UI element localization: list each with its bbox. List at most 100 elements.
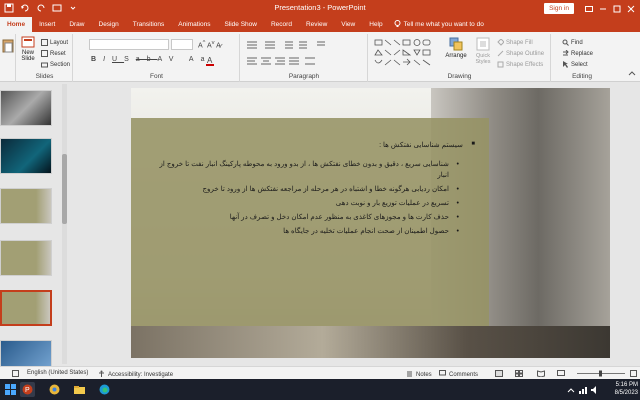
layout-icon bbox=[41, 39, 48, 46]
edge-icon[interactable] bbox=[97, 382, 112, 397]
fit-slide-icon[interactable] bbox=[630, 370, 637, 377]
new-slide-button[interactable]: New Slide bbox=[19, 36, 37, 70]
font-color-icon[interactable]: A bbox=[206, 56, 226, 68]
layout-button[interactable]: Layout bbox=[41, 39, 68, 46]
thumbnail-scrollbar[interactable] bbox=[62, 84, 67, 364]
powerpoint-taskbar-icon[interactable]: P bbox=[20, 382, 35, 397]
start-icon[interactable] bbox=[3, 382, 18, 397]
tell-me-box[interactable]: Tell me what you want to do bbox=[394, 19, 484, 30]
scrollbar-thumb[interactable] bbox=[62, 154, 67, 224]
file-explorer-icon[interactable] bbox=[72, 382, 87, 397]
drawing-group-label: Drawing bbox=[447, 73, 472, 80]
font-name-select[interactable] bbox=[89, 39, 169, 50]
svg-text:P: P bbox=[25, 387, 30, 394]
network-icon[interactable] bbox=[578, 382, 588, 397]
paragraph-group: Paragraph bbox=[241, 34, 368, 82]
cursor-icon bbox=[562, 61, 569, 68]
paste-icon bbox=[2, 39, 14, 53]
slide-thumbnail[interactable] bbox=[0, 240, 52, 276]
font-size-select[interactable] bbox=[171, 39, 193, 50]
shape-outline-label: Shape Outline bbox=[506, 50, 545, 57]
arrange-button[interactable]: Arrange bbox=[445, 37, 467, 59]
quick-styles-button[interactable]: Quick Styles bbox=[471, 37, 495, 65]
collapse-ribbon-icon[interactable] bbox=[628, 70, 636, 78]
shapes-gallery[interactable] bbox=[373, 38, 441, 70]
comment-icon bbox=[439, 370, 446, 379]
tab-view[interactable]: View bbox=[334, 17, 362, 32]
volume-icon[interactable] bbox=[590, 382, 600, 397]
spell-check-icon[interactable] bbox=[12, 370, 19, 377]
font-size-buttons[interactable]: A^ Av A̷ bbox=[198, 40, 221, 49]
content-textbox[interactable]: سیستم شناسایی نفتکش ها : شناسایی سریع ، … bbox=[155, 140, 475, 240]
bullet-item: حصول اطمینان از صحت انجام عملیات تخلیه د… bbox=[155, 226, 475, 237]
slide-thumbnail[interactable] bbox=[0, 138, 52, 174]
replace-button[interactable]: Replace bbox=[562, 49, 594, 57]
paint-bucket-icon bbox=[497, 38, 505, 46]
select-button[interactable]: Select bbox=[562, 61, 588, 68]
pencil-icon bbox=[497, 50, 504, 57]
quick-styles-label: Quick Styles bbox=[475, 53, 491, 65]
reading-view-icon[interactable] bbox=[537, 370, 545, 377]
tab-record[interactable]: Record bbox=[264, 17, 299, 32]
shape-fill-button[interactable]: Shape Fill bbox=[497, 38, 533, 46]
shape-outline-button[interactable]: Shape Outline bbox=[497, 50, 544, 57]
slide-thumbnail[interactable] bbox=[0, 188, 52, 224]
comments-button[interactable]: Comments bbox=[439, 370, 478, 379]
arrange-icon bbox=[449, 37, 463, 51]
status-bar: English (United States) Accessibility: I… bbox=[0, 366, 640, 379]
drawing-group: Arrange Quick Styles Shape Fill Shape Ou… bbox=[369, 34, 551, 82]
editing-group-label: Editing bbox=[572, 73, 592, 80]
reset-button[interactable]: Reset bbox=[41, 50, 66, 57]
tab-design[interactable]: Design bbox=[92, 17, 126, 32]
new-slide-icon bbox=[21, 36, 35, 48]
minimize-icon[interactable] bbox=[596, 0, 610, 17]
tab-help[interactable]: Help bbox=[362, 17, 389, 32]
font-group-label: Font bbox=[149, 73, 163, 80]
tab-draw[interactable]: Draw bbox=[62, 17, 91, 32]
slide-background-cafe bbox=[131, 326, 610, 358]
tab-review[interactable]: Review bbox=[299, 17, 334, 32]
slides-group-label: Slides bbox=[35, 73, 54, 80]
accessibility-status[interactable]: Accessibility: Investigate bbox=[98, 370, 173, 379]
language-status[interactable]: English (United States) bbox=[27, 370, 88, 376]
replace-icon bbox=[562, 49, 569, 57]
sign-in-button[interactable]: Sign in bbox=[544, 3, 574, 14]
section-button[interactable]: Section bbox=[41, 61, 70, 68]
font-format-buttons[interactable]: BIUSabAV Aa bbox=[91, 56, 212, 63]
svg-text:A: A bbox=[207, 56, 213, 65]
font-group: A^ Av A̷ BIUSabAV Aa A Font bbox=[74, 34, 240, 82]
find-button[interactable]: Find bbox=[562, 39, 583, 46]
chevron-up-icon[interactable] bbox=[566, 382, 576, 397]
shape-effects-button[interactable]: Shape Effects bbox=[497, 61, 543, 68]
bullet-item: امکان ردیابی هرگونه خطا و اشتباه در هر م… bbox=[155, 184, 475, 195]
tell-me-text: Tell me what you want to do bbox=[403, 21, 484, 28]
clock-date: 8/5/2023 bbox=[614, 390, 638, 396]
system-clock[interactable]: 5:16 PM 8/5/2023 bbox=[615, 381, 638, 397]
slides-group: New Slide Layout Reset Section Slides bbox=[17, 34, 73, 82]
maximize-icon[interactable] bbox=[610, 0, 624, 17]
slide-thumbnail[interactable] bbox=[0, 90, 52, 126]
ribbon-display-icon[interactable] bbox=[582, 0, 596, 17]
ribbon-tabs: Home Insert Draw Design Transitions Anim… bbox=[0, 17, 640, 32]
slide-sorter-icon[interactable] bbox=[515, 370, 523, 377]
tab-transitions[interactable]: Transitions bbox=[126, 17, 172, 32]
tab-animations[interactable]: Animations bbox=[171, 17, 217, 32]
tab-slide-show[interactable]: Slide Show bbox=[217, 17, 264, 32]
list-buttons[interactable] bbox=[245, 40, 363, 72]
slide-thumbnail-selected[interactable] bbox=[0, 290, 52, 326]
paste-button[interactable] bbox=[2, 38, 14, 54]
slideshow-view-icon[interactable] bbox=[557, 370, 565, 377]
slide-canvas[interactable]: سیستم شناسایی نفتکش ها : شناسایی سریع ، … bbox=[131, 88, 610, 358]
replace-label: Replace bbox=[571, 50, 594, 57]
tab-insert[interactable]: Insert bbox=[32, 17, 62, 32]
tab-home[interactable]: Home bbox=[0, 17, 33, 32]
zoom-slider[interactable] bbox=[575, 370, 627, 377]
chrome-icon[interactable] bbox=[47, 382, 62, 397]
clipboard-group bbox=[0, 34, 16, 82]
close-icon[interactable] bbox=[624, 0, 638, 17]
title-bar: Presentation3 - PowerPoint Sign in bbox=[0, 0, 640, 17]
find-label: Find bbox=[571, 39, 583, 46]
normal-view-icon[interactable] bbox=[495, 370, 503, 377]
clear-formatting-icon[interactable]: A̷ bbox=[216, 42, 221, 49]
notes-button[interactable]: Notes bbox=[406, 370, 432, 379]
